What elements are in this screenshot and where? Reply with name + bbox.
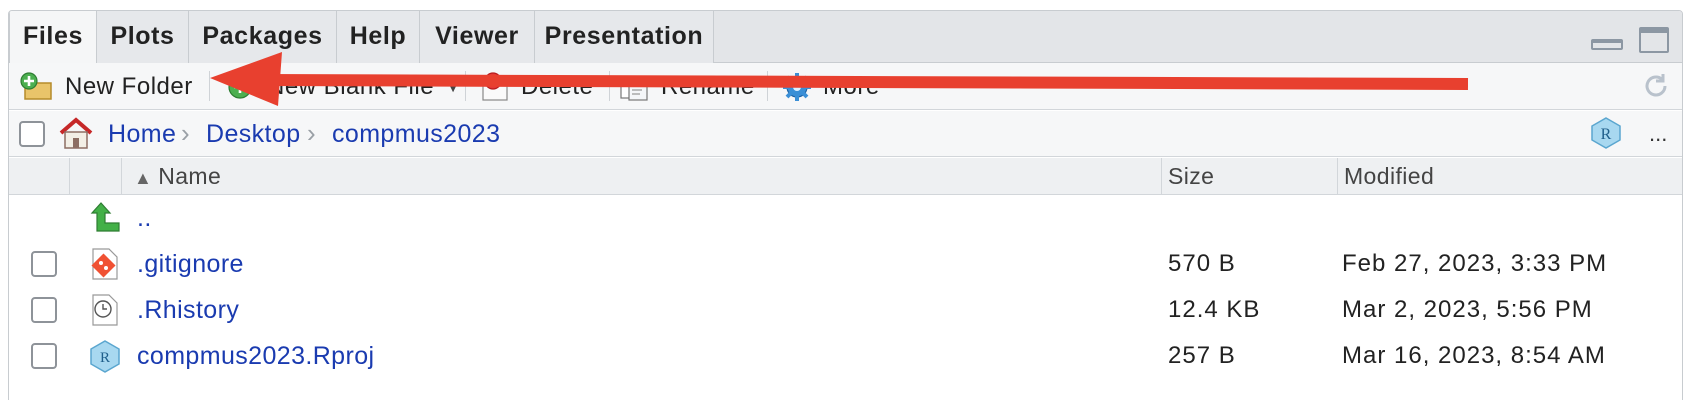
files-pane: Files Plots Packages Help Viewer Present… bbox=[8, 10, 1683, 400]
svg-text:R: R bbox=[1601, 126, 1612, 143]
header-size[interactable]: Size bbox=[1161, 158, 1337, 195]
more-label: More bbox=[823, 72, 880, 100]
tab-viewer[interactable]: Viewer bbox=[419, 11, 535, 63]
chevron-down-icon: ▼ bbox=[446, 78, 461, 95]
gear-icon bbox=[783, 72, 811, 101]
breadcrumb-compmus2023[interactable]: compmus2023 bbox=[332, 111, 500, 157]
file-link[interactable]: compmus2023.Rproj bbox=[137, 333, 374, 379]
tab-bar: Files Plots Packages Help Viewer Present… bbox=[9, 11, 1682, 64]
new-folder-label: New Folder bbox=[65, 72, 193, 100]
file-size: 12.4 KB bbox=[1168, 296, 1261, 323]
files-toolbar: New Folder New Blank File ▼ Delete Renam… bbox=[9, 63, 1682, 110]
file-modified: Mar 2, 2023, 5:56 PM bbox=[1342, 296, 1593, 323]
file-size: 570 B bbox=[1168, 250, 1236, 277]
header-modified[interactable]: Modified bbox=[1337, 158, 1677, 195]
new-blank-file-icon bbox=[228, 74, 252, 99]
up-arrow-icon bbox=[90, 202, 120, 232]
row-checkbox[interactable] bbox=[31, 251, 57, 277]
rproj-file-icon: R bbox=[90, 340, 120, 373]
rename-label: Rename bbox=[661, 72, 755, 100]
new-blank-file-button[interactable]: New Blank File ▼ bbox=[223, 63, 460, 110]
tab-help[interactable]: Help bbox=[336, 11, 420, 63]
breadcrumb-home[interactable]: Home bbox=[108, 111, 176, 157]
minimize-pane-icon[interactable] bbox=[1591, 39, 1623, 50]
table-row-parent[interactable]: .. bbox=[9, 195, 1682, 241]
file-modified: Mar 16, 2023, 8:54 AM bbox=[1342, 342, 1606, 369]
maximize-pane-icon[interactable] bbox=[1639, 27, 1669, 53]
refresh-icon[interactable] bbox=[1641, 71, 1671, 101]
breadcrumb-separator: › bbox=[307, 118, 316, 148]
git-file-icon bbox=[91, 248, 118, 280]
toolbar-divider bbox=[465, 71, 466, 101]
more-button[interactable]: More bbox=[781, 63, 880, 110]
parent-directory-link[interactable]: .. bbox=[137, 195, 152, 241]
toolbar-divider bbox=[209, 71, 210, 101]
sort-ascending-icon: ▲ bbox=[134, 168, 153, 188]
toolbar-divider bbox=[767, 71, 768, 101]
row-checkbox[interactable] bbox=[31, 343, 57, 369]
home-icon[interactable] bbox=[57, 116, 95, 150]
rename-button[interactable]: Rename bbox=[617, 63, 755, 110]
breadcrumb: Home › Desktop › compmus2023 R ... bbox=[9, 111, 1682, 157]
header-name[interactable]: ▲ Name bbox=[121, 158, 1161, 195]
svg-text:R: R bbox=[100, 350, 110, 366]
header-icon-column bbox=[69, 158, 121, 195]
delete-button[interactable]: Delete bbox=[479, 63, 593, 110]
breadcrumb-separator: › bbox=[181, 118, 190, 148]
file-size: 257 B bbox=[1168, 342, 1236, 369]
more-options-ellipsis[interactable]: ... bbox=[1649, 111, 1667, 157]
history-file-icon bbox=[92, 294, 118, 326]
rename-icon bbox=[620, 76, 648, 101]
header-name-label: Name bbox=[158, 163, 222, 189]
table-row[interactable]: R compmus2023.Rproj 257 B Mar 16, 2023, … bbox=[9, 333, 1682, 379]
file-link[interactable]: .Rhistory bbox=[137, 287, 239, 333]
file-link[interactable]: .gitignore bbox=[137, 241, 244, 287]
table-row[interactable]: .gitignore 570 B Feb 27, 2023, 3:33 PM bbox=[9, 241, 1682, 287]
tab-files[interactable]: Files bbox=[9, 11, 97, 64]
row-checkbox[interactable] bbox=[31, 297, 57, 323]
file-list-header: ▲ Name Size Modified bbox=[9, 158, 1682, 195]
new-blank-file-label: New Blank File bbox=[267, 72, 435, 100]
delete-label: Delete bbox=[521, 72, 594, 100]
select-all-checkbox[interactable] bbox=[19, 121, 45, 147]
rproj-icon[interactable]: R bbox=[1589, 116, 1623, 150]
table-row[interactable]: .Rhistory 12.4 KB Mar 2, 2023, 5:56 PM bbox=[9, 287, 1682, 333]
toolbar-divider bbox=[609, 71, 610, 101]
tab-packages[interactable]: Packages bbox=[188, 11, 337, 63]
new-folder-icon bbox=[20, 71, 52, 100]
file-modified: Feb 27, 2023, 3:33 PM bbox=[1342, 250, 1608, 277]
tab-presentation[interactable]: Presentation bbox=[534, 11, 714, 63]
delete-icon bbox=[482, 71, 508, 101]
new-folder-button[interactable]: New Folder bbox=[19, 63, 193, 110]
breadcrumb-desktop[interactable]: Desktop bbox=[206, 111, 301, 157]
tab-plots[interactable]: Plots bbox=[96, 11, 189, 63]
